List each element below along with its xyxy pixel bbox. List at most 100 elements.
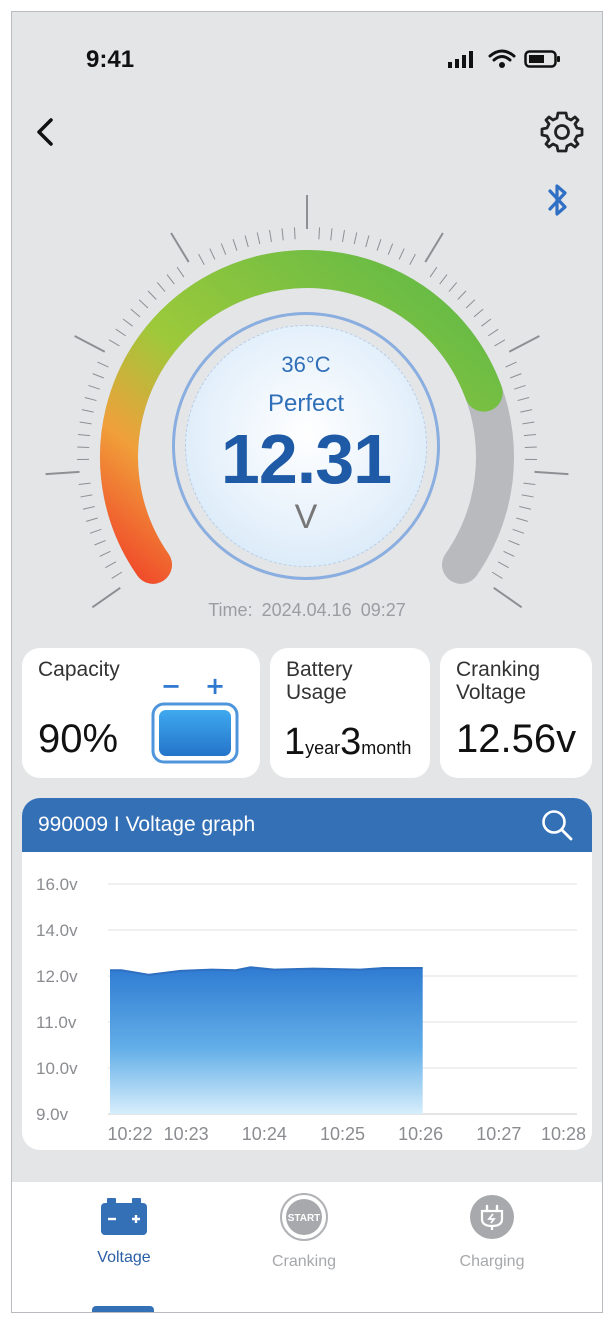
chart-x-tick-label: 10:26 (398, 1124, 443, 1144)
tab-voltage-label: Voltage (97, 1249, 151, 1266)
gauge-minor-tick (494, 339, 506, 347)
status-icons (446, 48, 562, 70)
tab-voltage[interactable]: Voltage (64, 1192, 184, 1267)
app-screen: 9:41 36°C Perfect 12.31 V Time: 2024.04.… (11, 11, 603, 1313)
battery-status-icon (524, 50, 560, 68)
usage-years: 1 (284, 721, 306, 763)
tab-charging-label: Charging (459, 1253, 525, 1270)
gauge-minor-tick (342, 229, 345, 242)
gauge-minor-tick (108, 339, 120, 347)
gauge-minor-tick (509, 373, 522, 379)
battery-usage-card[interactable]: Battery Usage 1 year 3 month (270, 648, 430, 778)
gauge-minor-tick (520, 409, 533, 413)
gauge-minor-tick (524, 446, 537, 448)
gauge-minor-tick (166, 274, 175, 285)
gauge-minor-tick (79, 421, 92, 425)
gauge-minor-tick (232, 239, 238, 251)
voltage-readout: 36°C Perfect 12.31 V (172, 312, 440, 580)
gauge-minor-tick (115, 328, 127, 337)
gauge-minor-tick (387, 243, 394, 255)
gauge-major-tick (534, 470, 569, 476)
gauge-minor-tick (244, 235, 249, 248)
gauge-minor-tick (82, 506, 95, 510)
gauge-minor-tick (269, 229, 272, 242)
gauge-minor-tick (439, 274, 448, 285)
cranking-voltage-card[interactable]: Cranking Voltage 12.56v (440, 648, 592, 778)
gauge-minor-tick (176, 266, 185, 278)
gauge-major-tick (170, 232, 190, 263)
gauge-minor-tick (78, 482, 91, 486)
gauge-minor-tick (503, 550, 515, 557)
gauge-major-tick (74, 335, 106, 353)
gauge-minor-tick (516, 517, 528, 522)
status-time: 9:41 (86, 46, 135, 73)
signal-icon (448, 51, 473, 68)
voltage-readout-face: 36°C Perfect 12.31 V (185, 325, 427, 567)
gauge-minor-tick (80, 494, 93, 498)
capacity-label: Capacity (38, 658, 120, 681)
chart-y-tick-label: 10.0v (36, 1059, 78, 1078)
usage-year-unit: year (305, 738, 341, 758)
gauge-minor-tick (318, 227, 321, 240)
gauge-minor-tick (156, 282, 166, 292)
gauge-minor-tick (487, 328, 499, 337)
chart-x-tick-label: 10:28 (541, 1124, 586, 1144)
gauge-minor-tick (523, 482, 536, 486)
chart-x-tick-label: 10:27 (476, 1124, 521, 1144)
tab-charging[interactable]: Charging (432, 1192, 552, 1271)
tab-cranking-label: Cranking (271, 1253, 337, 1270)
search-icon[interactable] (540, 808, 574, 842)
gauge-minor-tick (281, 228, 284, 241)
usage-label-line2: Usage (286, 681, 347, 705)
wifi-icon (488, 49, 516, 68)
battery-charge-icon: − + (151, 674, 239, 764)
gauge-minor-tick (97, 361, 109, 368)
gauge-minor-tick (220, 243, 227, 255)
battery-plus-sign: + (205, 674, 225, 700)
gauge-minor-tick (465, 299, 476, 309)
bottom-tab-bar: Voltage START Cranking Charging (12, 1182, 602, 1312)
chart-x-tick-label: 10:23 (164, 1124, 209, 1144)
gauge-minor-tick (521, 494, 534, 498)
reading-timestamp: Time: 2024.04.16 09:27 (12, 600, 602, 621)
graph-title: 990009 I Voltage graph (38, 813, 256, 836)
gauge-major-tick (508, 335, 540, 353)
gauge-minor-tick (81, 409, 94, 413)
back-chevron-icon[interactable] (26, 112, 66, 152)
cranking-label-line2: Voltage (456, 681, 527, 705)
usage-months: 3 (340, 721, 362, 763)
charging-plug-icon (470, 1195, 514, 1239)
gauge-minor-tick (497, 561, 509, 569)
tab-cranking[interactable]: START Cranking (244, 1192, 364, 1271)
cranking-label: Cranking Voltage (456, 658, 540, 704)
settings-gear-icon[interactable] (538, 108, 586, 156)
gauge-minor-tick (209, 248, 216, 260)
usage-label: Battery Usage (286, 658, 353, 704)
battery-minus-sign: − (161, 674, 181, 700)
gauge-minor-tick (457, 290, 467, 300)
info-cards: Capacity 90% − + Battery Usage 1 year 3 … (22, 648, 594, 780)
battery-status-text: Perfect (267, 390, 345, 417)
voltage-unit: V (294, 498, 318, 536)
gauge-minor-tick (293, 227, 296, 240)
voltage-value: 12.31 (220, 420, 392, 498)
cranking-value: 12.56v (456, 717, 577, 761)
time-label: Time: (208, 600, 253, 620)
gauge-minor-tick (517, 396, 530, 402)
gauge-minor-tick (138, 299, 149, 309)
capacity-value: 90% (38, 717, 119, 761)
chart-y-tick-label: 12.0v (36, 967, 78, 986)
gauge-major-tick (45, 470, 80, 476)
gauge-minor-tick (111, 571, 123, 579)
gauge-minor-tick (508, 539, 520, 546)
gauge-minor-tick (256, 232, 261, 245)
capacity-card[interactable]: Capacity 90% − + (22, 648, 260, 778)
gauge-minor-tick (523, 433, 536, 437)
time-date: 2024.04.16 (261, 600, 352, 620)
battery-tab-icon (101, 1198, 147, 1235)
gauge-minor-tick (522, 421, 535, 425)
gauge-minor-tick (429, 266, 438, 278)
gauge-minor-tick (86, 517, 98, 522)
home-indicator[interactable] (92, 1306, 154, 1312)
gauge-minor-tick (105, 561, 117, 569)
